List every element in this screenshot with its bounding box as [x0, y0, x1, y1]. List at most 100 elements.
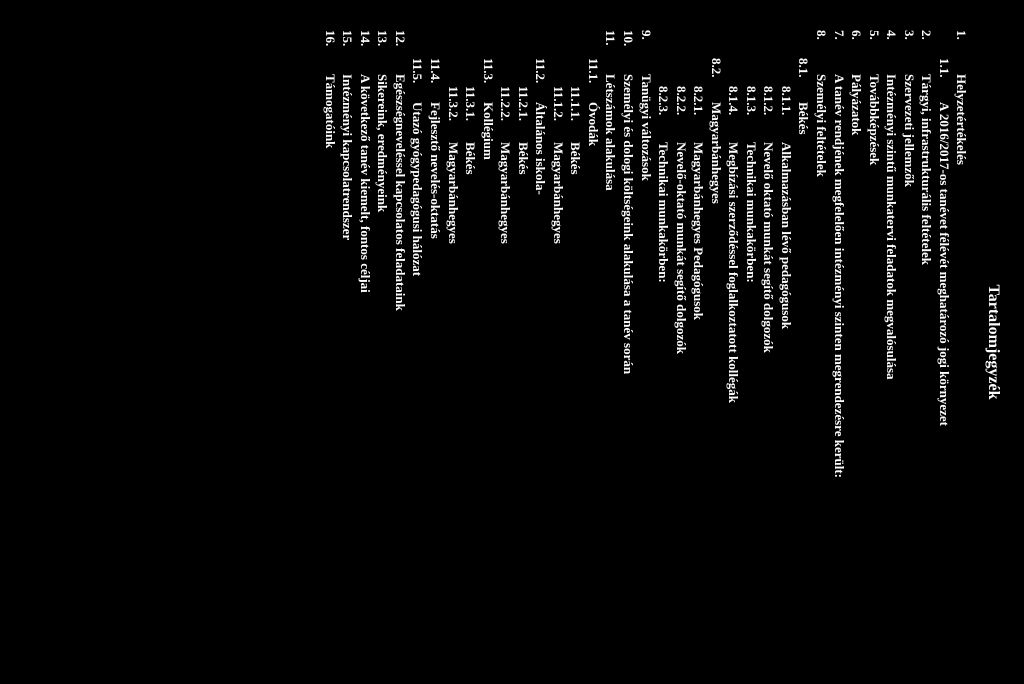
toc-text: Továbbképzések: [865, 74, 883, 165]
toc-row: 1.Helyzetértékelés: [953, 30, 971, 654]
toc-number: 4.: [883, 30, 901, 74]
toc-text: Általános iskola-: [532, 102, 550, 195]
toc-row: 5.Továbbképzések: [865, 30, 883, 654]
toc-row: 8.1.1.Alkalmazásban lévő pedagógusok: [777, 86, 795, 654]
toc-number: 8.2.: [707, 58, 725, 102]
toc-number: 11.3.1.: [462, 86, 480, 142]
toc-row: 11.3.2.Magyarbánhegyes: [444, 86, 462, 654]
toc-page: Tartalomjegyzék 1.Helyzetértékelés1.1.A …: [0, 0, 1024, 684]
toc-text: Alkalmazásban lévő pedagógusok: [777, 142, 795, 329]
toc-text: Intézményi szintű munkatervi feladatok m…: [883, 74, 901, 380]
toc-row: 11.1.2.Magyarbánhegyes: [549, 86, 567, 654]
toc-title: Tartalomjegyzék: [982, 30, 1004, 654]
toc-number: 11.4.: [426, 58, 444, 102]
toc-row: 7.A tanév rendjének megfelelően intézmén…: [830, 30, 848, 654]
toc-number: 8.2.2.: [672, 86, 690, 142]
toc-text: Magyarbánhegyes: [444, 142, 462, 244]
toc-number: 11.5.: [409, 58, 427, 102]
toc-number: 12.: [391, 30, 409, 74]
toc-row: 2.Tárgyi, infrastrukturális feltételek: [918, 30, 936, 654]
toc-text: Sikereink, eredményeink: [374, 74, 392, 212]
toc-row: 8.Személyi feltételek: [812, 30, 830, 654]
toc-number: 8.1.: [795, 58, 813, 102]
toc-number: 8.1.1.: [777, 86, 795, 142]
toc-number: 11.2.1.: [514, 86, 532, 142]
toc-row: 8.2.2.Nevelő-oktató munkát segítő dolgoz…: [672, 86, 690, 654]
toc-number: 11.2.2.: [497, 86, 515, 142]
toc-text: Utazó gyógypedagógusi hálózat: [409, 102, 427, 276]
toc-row: 4.Intézményi szintű munkatervi feladatok…: [883, 30, 901, 654]
toc-number: 3.: [900, 30, 918, 74]
toc-number: 8.1.3.: [742, 86, 760, 142]
toc-row: 12.Egészségneveléssel kapcsolatos felada…: [391, 30, 409, 654]
toc-number: 2.: [918, 30, 936, 74]
toc-row: 11.Létszámok alakulása: [602, 30, 620, 654]
toc-row: 13.Sikereink, eredményeink: [374, 30, 392, 654]
toc-number: 8.: [812, 30, 830, 74]
toc-body: 1.Helyzetértékelés1.1.A 2016/2017-os tan…: [321, 30, 970, 654]
toc-number: 11.1.: [584, 58, 602, 102]
toc-text: Békés: [514, 142, 532, 175]
toc-text: A tanév rendjének megfelelően intézményi…: [830, 74, 848, 478]
toc-text: Támogatóink: [321, 74, 339, 148]
toc-text: Békés: [795, 102, 813, 135]
toc-row: 8.1.Békés: [795, 58, 813, 654]
toc-text: Személyi feltételek: [812, 74, 830, 177]
toc-text: Nevelő oktató munkát segítő dolgozók: [760, 142, 778, 353]
toc-row: 8.2.Magyarbánhegyes: [707, 58, 725, 654]
toc-number: 14.: [356, 30, 374, 74]
toc-text: Technikai munkakörben:: [742, 142, 760, 283]
toc-row: 11.5.Utazó gyógypedagógusi hálózat: [409, 58, 427, 654]
toc-row: 10.Személyi és dologi költségeink alakul…: [619, 30, 637, 654]
toc-text: Helyzetértékelés: [953, 74, 971, 165]
toc-text: Megbízási szerződéssel foglalkoztatott k…: [725, 142, 743, 403]
toc-row: 8.1.4.Megbízási szerződéssel foglalkozta…: [725, 86, 743, 654]
toc-number: 11.1.1.: [567, 86, 585, 142]
toc-number: 6.: [848, 30, 866, 74]
toc-text: Magyarbánhegyes: [497, 142, 515, 244]
toc-number: 11.2.: [532, 58, 550, 102]
toc-number: 1.1.: [935, 58, 953, 102]
toc-row: 3.Szervezeti jellemzők: [900, 30, 918, 654]
toc-row: 11.2.2.Magyarbánhegyes: [497, 86, 515, 654]
toc-text: Személyi és dologi költségeink alakulása…: [619, 74, 637, 374]
toc-row: 11.1.Óvodák: [584, 58, 602, 654]
toc-text: Intézményi kapcsolatrendszer: [339, 74, 357, 240]
toc-row: 11.4.Fejlesztő nevelés-oktatás: [426, 58, 444, 654]
toc-text: Magyarbánhegyes: [707, 102, 725, 204]
toc-row: 11.3.Kollégium: [479, 58, 497, 654]
toc-text: A 2016/2017-os tanévet félévét meghatáro…: [935, 102, 953, 426]
toc-row: 1.1.A 2016/2017-os tanévet félévét megha…: [935, 58, 953, 654]
toc-text: Békés: [567, 142, 585, 175]
toc-text: Magyarbánhegyes Pedagógusok: [690, 142, 708, 320]
toc-row: 8.1.2.Nevelő oktató munkát segítő dolgoz…: [760, 86, 778, 654]
toc-text: Óvodák: [584, 102, 602, 146]
toc-row: 11.2.1.Békés: [514, 86, 532, 654]
toc-number: 16.: [321, 30, 339, 74]
toc-number: 8.1.2.: [760, 86, 778, 142]
toc-row: 11.1.1.Békés: [567, 86, 585, 654]
toc-text: A következő tanév kiemelt, fontos céljai: [356, 74, 374, 293]
toc-row: 8.1.3.Technikai munkakörben:: [742, 86, 760, 654]
toc-number: 9.: [637, 30, 655, 74]
toc-number: 10.: [619, 30, 637, 74]
toc-number: 8.1.4.: [725, 86, 743, 142]
toc-row: 9.Tanügyi változások: [637, 30, 655, 654]
toc-text: Tanügyi változások: [637, 74, 655, 181]
toc-number: 7.: [830, 30, 848, 74]
toc-text: Békés: [462, 142, 480, 175]
toc-row: 15.Intézményi kapcsolatrendszer: [339, 30, 357, 654]
toc-number: 11.1.2.: [549, 86, 567, 142]
toc-text: Egészségneveléssel kapcsolatos feladatai…: [391, 74, 409, 311]
toc-number: 15.: [339, 30, 357, 74]
toc-number: 8.2.1.: [690, 86, 708, 142]
toc-text: Magyarbánhegyes: [549, 142, 567, 244]
toc-row: 8.2.3.Technikai munkakörben:: [655, 86, 673, 654]
toc-number: 1.: [953, 30, 971, 74]
toc-text: Fejlesztő nevelés-oktatás: [426, 102, 444, 239]
toc-text: Nevelő-oktató munkát segítő dolgozók: [672, 142, 690, 354]
toc-number: 13.: [374, 30, 392, 74]
toc-number: 11.3.: [479, 58, 497, 102]
toc-row: 16.Támogatóink: [321, 30, 339, 654]
toc-row: 14.A következő tanév kiemelt, fontos cél…: [356, 30, 374, 654]
